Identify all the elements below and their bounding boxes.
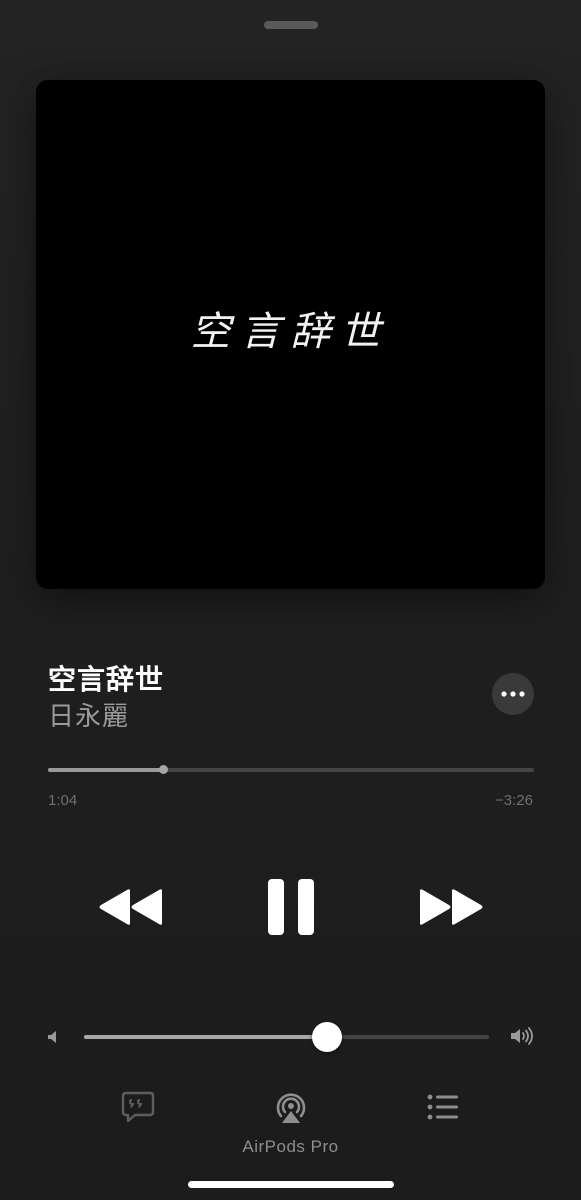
ellipsis-icon bbox=[501, 691, 525, 697]
album-artwork: 空言辞世 bbox=[36, 80, 545, 589]
forward-button[interactable] bbox=[416, 882, 486, 932]
song-artist[interactable]: 日永麗 bbox=[48, 696, 129, 733]
artwork-title-text: 空言辞世 bbox=[190, 308, 391, 355]
sheet-grabber[interactable] bbox=[264, 21, 318, 29]
elapsed-time: 1:04 bbox=[48, 792, 78, 809]
lyrics-icon bbox=[121, 1091, 155, 1123]
forward-icon bbox=[420, 889, 483, 925]
playback-scrubber[interactable] bbox=[48, 765, 534, 774]
song-title: 空言辞世 bbox=[48, 664, 165, 695]
remaining-time: −3:26 bbox=[495, 792, 533, 809]
home-indicator[interactable] bbox=[188, 1181, 394, 1188]
rewind-button[interactable] bbox=[96, 882, 166, 932]
airplay-icon bbox=[276, 1093, 306, 1123]
queue-button[interactable] bbox=[424, 1090, 462, 1124]
queue-icon bbox=[427, 1094, 458, 1120]
now-playing-screen: 空言辞世 空言辞世 日永麗 1:04 −3:26 AirPods Pro bbox=[0, 0, 581, 1200]
lyrics-button[interactable] bbox=[118, 1088, 158, 1126]
pause-button[interactable] bbox=[262, 876, 320, 938]
airplay-device-label[interactable]: AirPods Pro bbox=[0, 1137, 581, 1157]
volume-min-icon bbox=[44, 1028, 62, 1046]
backward-icon bbox=[99, 889, 162, 925]
progress-fill bbox=[48, 768, 163, 772]
airplay-button[interactable] bbox=[270, 1088, 312, 1128]
volume-max-icon bbox=[508, 1024, 536, 1048]
pause-icon bbox=[268, 879, 314, 935]
more-options-button[interactable] bbox=[492, 673, 534, 715]
volume-slider[interactable] bbox=[84, 1022, 489, 1052]
volume-fill bbox=[84, 1035, 327, 1039]
volume-knob[interactable] bbox=[312, 1022, 342, 1052]
scrubber-knob[interactable] bbox=[158, 765, 168, 774]
